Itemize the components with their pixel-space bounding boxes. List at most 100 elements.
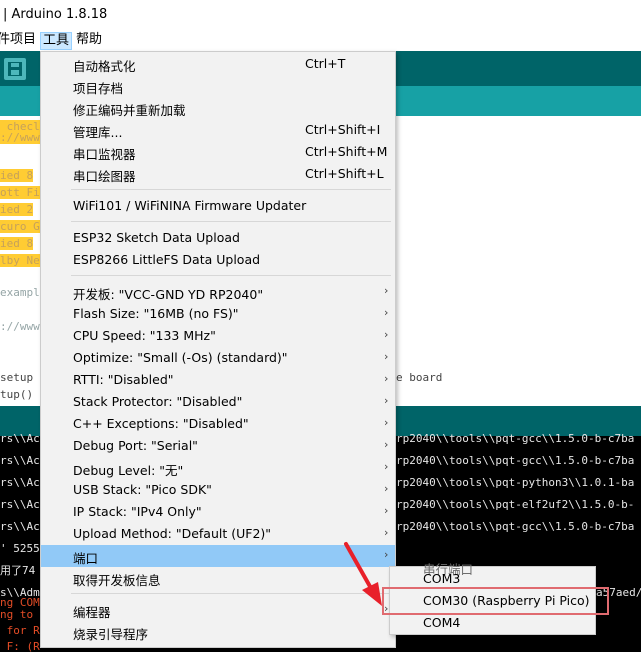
port-option-com4[interactable]: COM4 [390, 612, 595, 634]
console-line: rs\\Ac [0, 432, 40, 445]
code-line: ://www [0, 320, 40, 333]
menu-help[interactable]: 帮助 [74, 32, 104, 50]
title-bar: | Arduino 1.8.18 [0, 0, 641, 30]
menu-item-label: Stack Protector: "Disabled" [73, 394, 243, 409]
menu-item-ip-stack[interactable]: IP Stack: "IPv4 Only" › [41, 501, 395, 523]
submenu-arrow-icon: › [384, 284, 389, 297]
code-line: lby Ne [0, 254, 40, 267]
menu-item-debug-port[interactable]: Debug Port: "Serial" › [41, 435, 395, 457]
menu-item-usb-stack[interactable]: USB Stack: "Pico SDK" › [41, 479, 395, 501]
menu-item-label: 串口监视器 [73, 147, 136, 162]
menu-item-stack-protector[interactable]: Stack Protector: "Disabled" › [41, 391, 395, 413]
menu-item-label: ESP8266 LittleFS Data Upload [73, 252, 261, 267]
console-line: rp2040\\tools\\pqt-gcc\\1.5.0-b-c7ba [396, 454, 635, 467]
menu-item-label: 串口绘图器 [73, 169, 136, 184]
menu-item-shortcut: Ctrl+Shift+M [305, 144, 388, 159]
submenu-arrow-icon: › [384, 372, 389, 385]
menu-separator [71, 275, 391, 276]
window-title: | Arduino 1.8.18 [3, 7, 108, 22]
submenu-arrow-icon: › [384, 504, 389, 517]
console-line: rs\\Ac [0, 476, 40, 489]
menu-item-label: 端口 [73, 551, 99, 566]
highlight-box [382, 587, 609, 615]
console-line: rs\\Ac [0, 498, 40, 511]
menu-item-burn-bootloader[interactable]: 烧录引导程序 [41, 621, 395, 643]
menu-item-label: 修正编码并重新加载 [73, 103, 186, 118]
menu-item-label: 自动格式化 [73, 59, 136, 74]
menu-item-label: 编程器 [73, 605, 111, 620]
submenu-arrow-icon: › [384, 350, 389, 363]
menu-item-label: Flash Size: "16MB (no FS)" [73, 306, 239, 321]
code-line: exampl [0, 286, 40, 299]
menu-item-label: Debug Level: "无" [73, 463, 184, 478]
menu-item-cpu-speed[interactable]: CPU Speed: "133 MHz" › [41, 325, 395, 347]
code-line: ied 2 [0, 203, 34, 216]
menu-tools[interactable]: 工具 [40, 32, 73, 50]
console-line: rp2040\\tools\\pqt-gcc\\1.5.0-b-c7ba [396, 432, 635, 445]
console-line: F: (R [0, 640, 40, 652]
menu-separator [71, 221, 391, 222]
menu-item-label: ESP32 Sketch Data Upload [73, 230, 240, 245]
submenu-arrow-icon: › [384, 328, 389, 341]
menu-item-board[interactable]: 开发板: "VCC-GND YD RP2040" › [41, 281, 395, 303]
console-line: ' 5255 [0, 542, 40, 555]
menu-item-flash-size[interactable]: Flash Size: "16MB (no FS)" › [41, 303, 395, 325]
menu-item-shortcut: Ctrl+T [305, 56, 346, 71]
menu-item-wifi-firmware-updater[interactable]: WiFi101 / WiFiNINA Firmware Updater [41, 195, 395, 217]
console-line: 用了74 [0, 564, 36, 577]
submenu-arrow-icon: › [384, 416, 389, 429]
code-line: ://www [0, 131, 40, 144]
menu-item-label: Debug Port: "Serial" [73, 438, 198, 453]
code-comment: e board [396, 371, 443, 384]
menu-item-label: 开发板: "VCC-GND YD RP2040" [73, 287, 264, 302]
menu-item-manage-libraries[interactable]: 管理库... Ctrl+Shift+I [41, 119, 395, 141]
menu-item-fix-encoding[interactable]: 修正编码并重新加载 [41, 97, 395, 119]
menu-item-label: 取得开发板信息 [73, 573, 161, 588]
console-line: rp2040\\tools\\pqt-gcc\\1.5.0-b-c7ba [396, 520, 635, 533]
menu-item-label: 项目存档 [73, 81, 124, 96]
submenu-arrow-icon: › [384, 394, 389, 407]
menu-item-label: C++ Exceptions: "Disabled" [73, 416, 249, 431]
save-button[interactable] [4, 58, 26, 80]
menu-item-label: USB Stack: "Pico SDK" [73, 482, 212, 497]
menu-item-label: RTTI: "Disabled" [73, 372, 174, 387]
menu-item-label: 烧录引导程序 [73, 627, 149, 642]
menu-item-label: CPU Speed: "133 MHz" [73, 328, 216, 343]
menu-item-label: WiFi101 / WiFiNINA Firmware Updater [73, 198, 307, 213]
code-line: ied 8 [0, 237, 34, 250]
red-arrow-icon [344, 542, 382, 606]
menu-sketch[interactable]: 项目 [8, 32, 38, 50]
save-icon [8, 62, 22, 76]
menu-item-archive-sketch[interactable]: 项目存档 [41, 75, 395, 97]
port-label: COM3 [423, 571, 461, 586]
menu-item-auto-format[interactable]: 自动格式化 Ctrl+T [41, 53, 395, 75]
menu-item-esp32-data-upload[interactable]: ESP32 Sketch Data Upload [41, 227, 395, 249]
code-line: ott Fi [0, 186, 40, 199]
menu-item-label: Upload Method: "Default (UF2)" [73, 526, 272, 541]
menu-item-cpp-exceptions[interactable]: C++ Exceptions: "Disabled" › [41, 413, 395, 435]
menu-item-serial-plotter[interactable]: 串口绘图器 Ctrl+Shift+L [41, 163, 395, 185]
menu-item-esp8266-data-upload[interactable]: ESP8266 LittleFS Data Upload [41, 249, 395, 271]
menu-item-shortcut: Ctrl+Shift+L [305, 166, 384, 181]
code-line: curo G [0, 220, 40, 233]
submenu-arrow-icon: › [384, 460, 389, 473]
menu-item-shortcut: Ctrl+Shift+I [305, 122, 381, 137]
submenu-arrow-icon: › [384, 438, 389, 451]
submenu-arrow-icon: › [384, 482, 389, 495]
console-line: rp2040\\tools\\pqt-python3\\1.0.1-ba [396, 476, 635, 489]
console-line: rs\\Ac [0, 520, 40, 533]
menu-bar: 件 项目 工具 帮助 [0, 30, 641, 51]
port-label: COM4 [423, 615, 461, 630]
menu-item-label: Optimize: "Small (-Os) (standard)" [73, 350, 288, 365]
menu-item-label: IP Stack: "IPv4 Only" [73, 504, 202, 519]
menu-item-serial-monitor[interactable]: 串口监视器 Ctrl+Shift+M [41, 141, 395, 163]
code-line: tup() [0, 388, 34, 401]
console-line: rp2040\\tools\\pqt-elf2uf2\\1.5.0-b- [396, 498, 635, 511]
menu-item-rtti[interactable]: RTTI: "Disabled" › [41, 369, 395, 391]
menu-separator [71, 189, 391, 190]
console-line: rs\\Ac [0, 454, 40, 467]
menu-item-label: 管理库... [73, 125, 123, 140]
menu-item-optimize[interactable]: Optimize: "Small (-Os) (standard)" › [41, 347, 395, 369]
submenu-arrow-icon: › [384, 306, 389, 319]
menu-item-debug-level[interactable]: Debug Level: "无" › [41, 457, 395, 479]
